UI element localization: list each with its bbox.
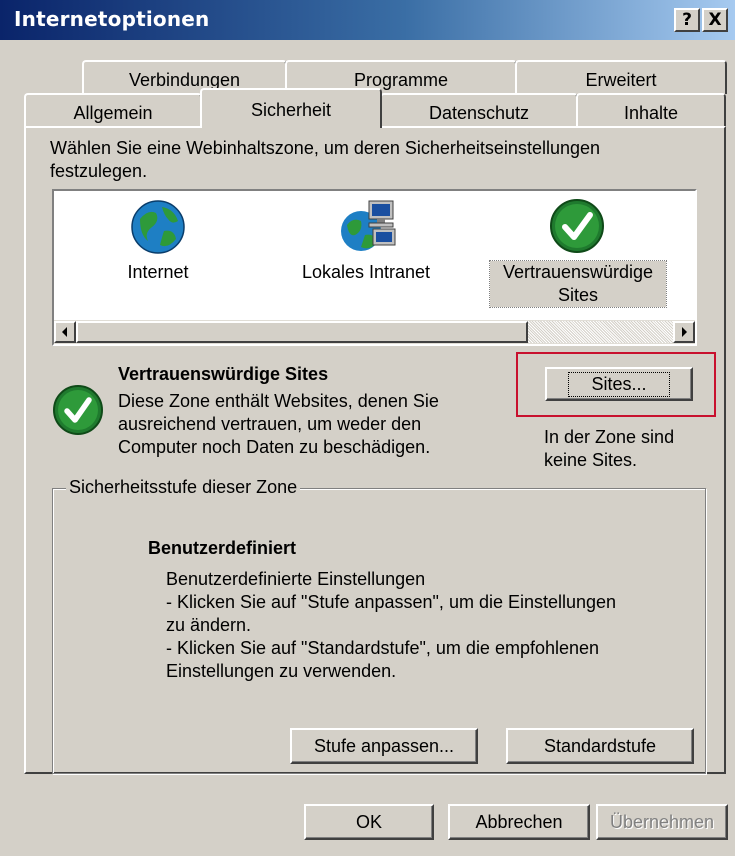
globe-icon [130, 199, 186, 260]
scroll-track[interactable] [528, 321, 673, 343]
scroll-left-button[interactable] [54, 321, 76, 343]
security-level-line3: zu ändern. [166, 615, 252, 635]
tab-sicherheit[interactable]: Sicherheit [200, 88, 382, 128]
zone-info-desc-line3: Computer noch Daten zu beschädigen. [118, 437, 431, 457]
horizontal-scrollbar[interactable] [54, 320, 695, 344]
security-level-line2: - Klicken Sie auf "Stufe anpassen", um d… [166, 592, 617, 612]
zone-internet[interactable]: Internet [102, 261, 214, 284]
trusted-check-icon [548, 197, 606, 260]
arrow-left-icon [62, 327, 67, 337]
zone-info-check-icon [52, 384, 104, 441]
security-level-line5: Einstellungen zu verwenden. [166, 661, 397, 681]
security-level-label: Sicherheitsstufe dieser Zone [66, 477, 301, 498]
tab-erweitert[interactable]: Erweitert [515, 60, 727, 94]
zone-list[interactable]: Internet Lokales Intranet Vertrauenswürd… [52, 189, 697, 346]
tab-datenschutz[interactable]: Datenschutz [380, 93, 578, 127]
zone-trusted-sites[interactable]: Vertrauenswürdige Sites [489, 260, 667, 308]
close-button[interactable]: X [702, 8, 728, 32]
tab-inhalte[interactable]: Inhalte [576, 93, 726, 127]
window-title: Internetoptionen [14, 7, 210, 31]
zone-instruction-line2: festzulegen. [50, 161, 148, 181]
sites-button[interactable]: Sites... [545, 367, 693, 401]
security-level-line4: - Klicken Sie auf "Standardstufe", um di… [166, 638, 600, 658]
zone-info-title: Vertrauenswürdige Sites [118, 364, 329, 384]
tab-allgemein[interactable]: Allgemein [24, 93, 202, 127]
ok-button[interactable]: OK [304, 804, 434, 840]
zone-trusted-label-line2: Sites [557, 285, 599, 305]
apply-button[interactable]: Übernehmen [596, 804, 728, 840]
security-level-line1: Benutzerdefinierte Einstellungen [166, 569, 426, 589]
sites-button-label: Sites... [591, 373, 647, 394]
zone-info-desc-line1: Diese Zone enthält Websites, denen Sie [118, 391, 439, 411]
default-level-button[interactable]: Standardstufe [506, 728, 694, 764]
sites-note-line1: In der Zone sind [544, 427, 675, 447]
sites-note-line2: keine Sites. [544, 450, 638, 470]
zone-trusted-label-line1: Vertrauenswürdige [502, 262, 654, 282]
scroll-thumb[interactable] [76, 321, 528, 343]
arrow-right-icon [682, 327, 687, 337]
intranet-icon [339, 199, 399, 260]
zone-intranet[interactable]: Lokales Intranet [286, 261, 446, 284]
zone-instruction-line1: Wählen Sie eine Webinhaltszone, um deren… [50, 138, 601, 158]
zone-info-desc-line2: ausreichend vertrauen, um weder den [118, 414, 422, 434]
help-button[interactable]: ? [674, 8, 700, 32]
custom-level-button[interactable]: Stufe anpassen... [290, 728, 478, 764]
cancel-button[interactable]: Abbrechen [448, 804, 590, 840]
security-level-title: Benutzerdefiniert [148, 538, 297, 558]
scroll-right-button[interactable] [673, 321, 695, 343]
